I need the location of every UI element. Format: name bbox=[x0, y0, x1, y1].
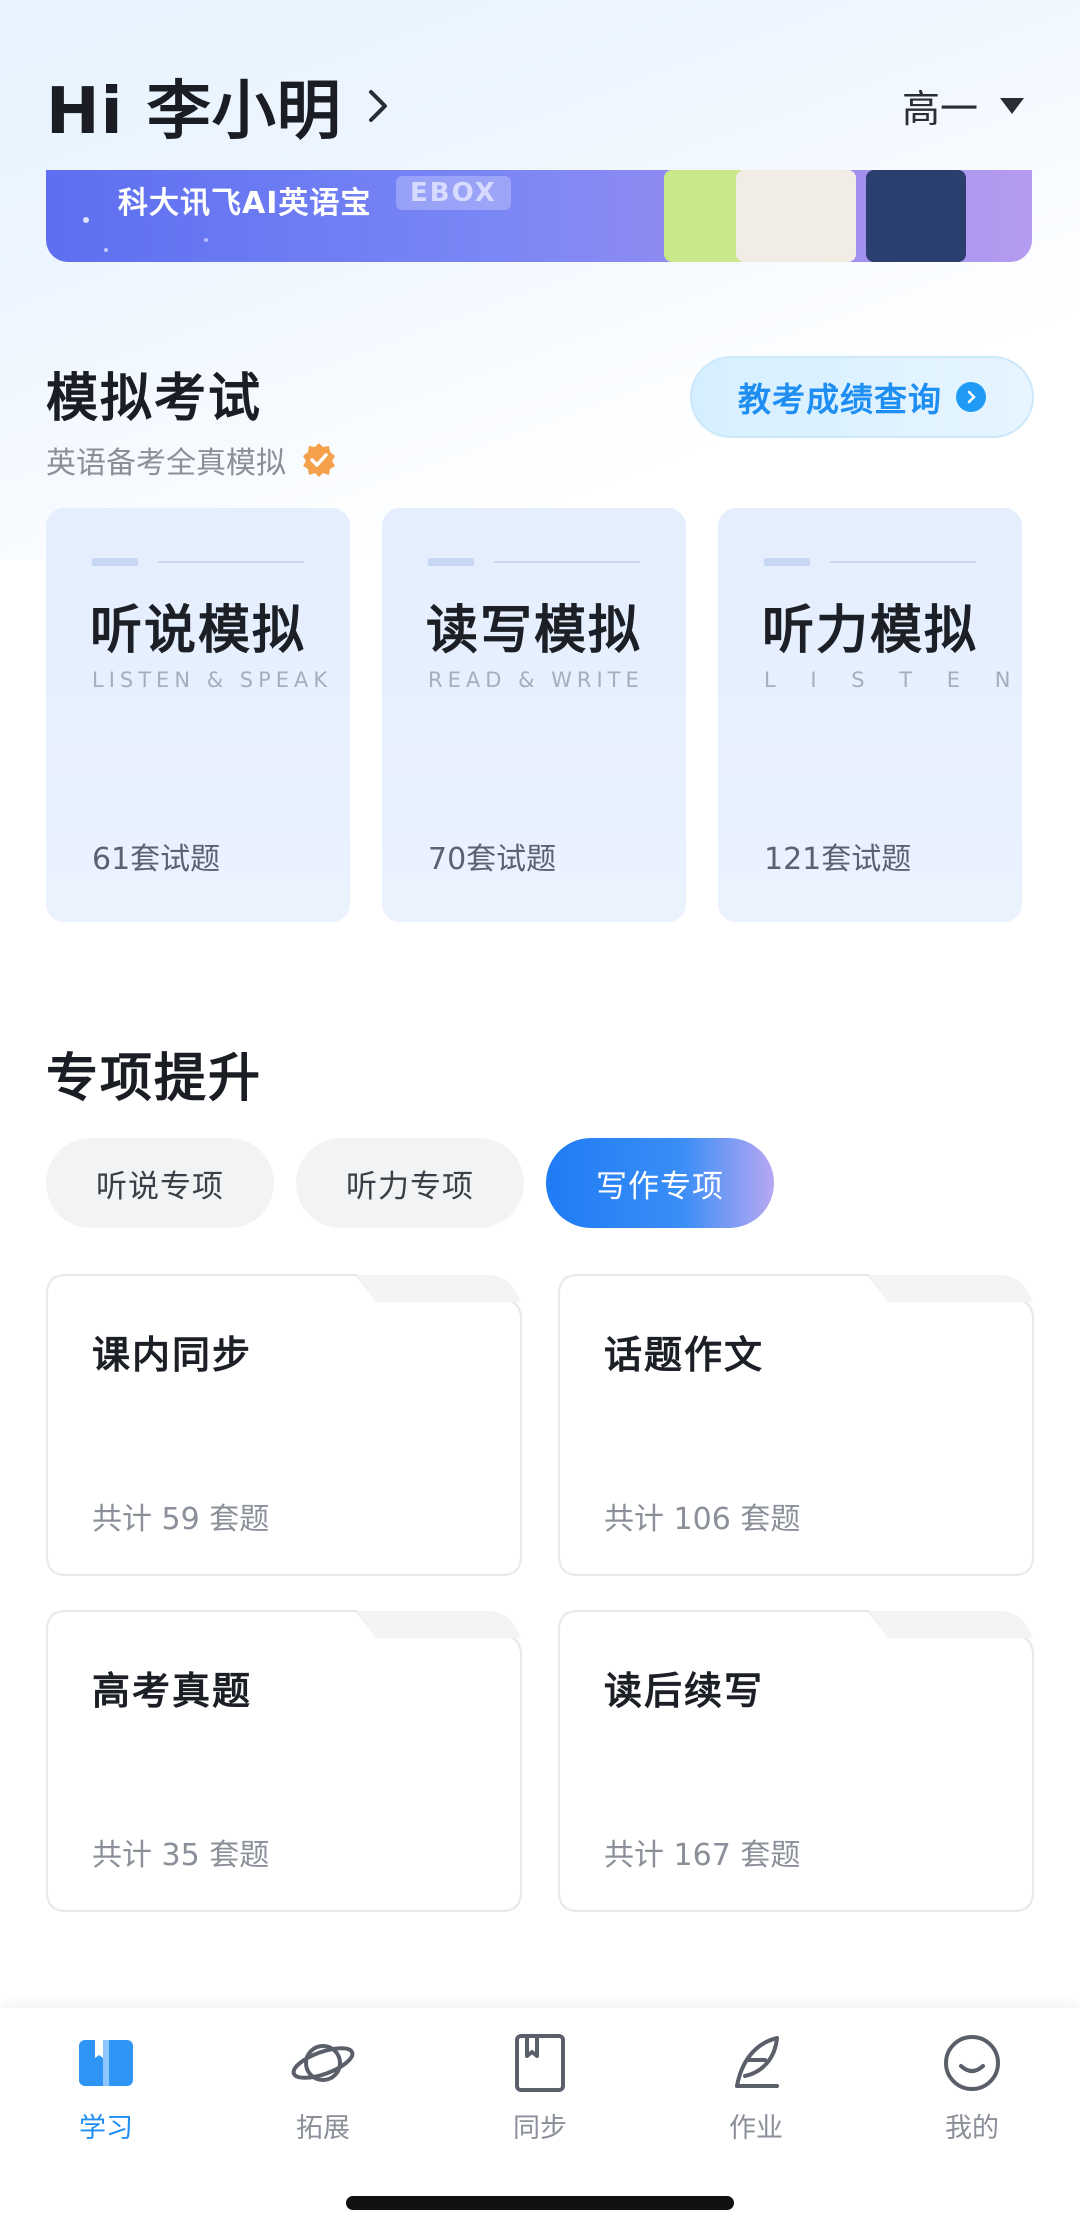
arrow-circle-icon bbox=[956, 382, 986, 412]
mock-exam-title: 模拟考试 bbox=[46, 369, 263, 429]
greeting-text: Hi 李小明 bbox=[46, 75, 342, 149]
promo-banner[interactable]: 科大讯飞AI英语宝 EBOX bbox=[46, 170, 1032, 262]
mock-card-title: 读写模拟 bbox=[426, 600, 643, 661]
nav-item-expand[interactable]: 拓展 bbox=[253, 2030, 393, 2145]
planet-icon bbox=[291, 2044, 355, 2082]
special-card-title: 课内同步 bbox=[92, 1333, 253, 1377]
mock-exam-subtitle: 英语备考全真模拟 bbox=[46, 438, 338, 482]
nav-label: 作业 bbox=[729, 2113, 783, 2144]
card-decoration-line bbox=[494, 561, 640, 563]
score-query-button[interactable]: 教考成绩查询 bbox=[690, 356, 1034, 438]
nav-item-sync[interactable]: 同步 bbox=[470, 2030, 610, 2145]
nav-label: 学习 bbox=[79, 2113, 133, 2144]
nav-label: 我的 bbox=[945, 2113, 999, 2144]
card-decoration-line bbox=[158, 561, 304, 563]
card-decoration bbox=[764, 558, 810, 566]
mock-exam-subtitle-text: 英语备考全真模拟 bbox=[46, 446, 286, 481]
grade-label: 高一 bbox=[901, 87, 978, 131]
mock-card-english: READ & WRITE bbox=[428, 668, 644, 692]
feather-pen-icon bbox=[735, 2036, 779, 2088]
mock-card-count: 61套试题 bbox=[92, 842, 221, 877]
verified-badge-icon bbox=[303, 443, 335, 477]
device-image-blue bbox=[866, 170, 966, 262]
special-card-continuation[interactable]: 读后续写 共计 167 套题 bbox=[558, 1610, 1034, 1912]
nav-label: 同步 bbox=[513, 2113, 567, 2144]
special-card-count: 共计 35 套题 bbox=[92, 1838, 270, 1873]
user-greeting[interactable]: Hi 李小明 bbox=[46, 60, 396, 152]
special-card-title: 话题作文 bbox=[604, 1333, 765, 1377]
score-query-label: 教考成绩查询 bbox=[738, 380, 942, 419]
special-card-sync[interactable]: 课内同步 共计 59 套题 bbox=[46, 1274, 522, 1576]
special-card-count: 共计 167 套题 bbox=[604, 1838, 801, 1873]
chevron-right-icon bbox=[368, 90, 387, 122]
smile-face-icon bbox=[944, 2035, 1000, 2091]
card-decoration bbox=[428, 558, 474, 566]
nav-label: 拓展 bbox=[296, 2113, 350, 2144]
card-decoration bbox=[92, 558, 138, 566]
grade-selector[interactable]: 高一 bbox=[902, 78, 1024, 133]
mock-card-listen[interactable]: 听力模拟 L I S T E N 121套试题 bbox=[718, 508, 1022, 922]
banner-text: 科大讯飞AI英语宝 bbox=[118, 186, 372, 221]
nav-item-homework[interactable]: 作业 bbox=[686, 2030, 826, 2145]
mock-card-count: 121套试题 bbox=[764, 842, 912, 877]
special-card-title: 高考真题 bbox=[92, 1669, 253, 1713]
tab-listen-speak[interactable]: 听说专项 bbox=[46, 1138, 274, 1228]
notebook-icon bbox=[515, 2034, 565, 2092]
special-title: 专项提升 bbox=[46, 1049, 263, 1109]
banner-tag: EBOX bbox=[396, 176, 511, 210]
mock-card-count: 70套试题 bbox=[428, 842, 557, 877]
dropdown-arrow-icon bbox=[1000, 97, 1024, 114]
mock-card-title: 听力模拟 bbox=[762, 600, 979, 661]
nav-item-study[interactable]: 学习 bbox=[36, 2030, 176, 2145]
nav-item-mine[interactable]: 我的 bbox=[902, 2030, 1042, 2145]
special-card-topic[interactable]: 话题作文 共计 106 套题 bbox=[558, 1274, 1034, 1576]
tab-writing[interactable]: 写作专项 bbox=[546, 1138, 774, 1228]
home-indicator bbox=[346, 2196, 734, 2210]
mock-card-listen-speak[interactable]: 听说模拟 LISTEN & SPEAK 61套试题 bbox=[46, 508, 350, 922]
device-image-white bbox=[736, 170, 856, 262]
special-card-count: 共计 106 套题 bbox=[604, 1502, 801, 1537]
mock-card-title: 听说模拟 bbox=[90, 600, 307, 661]
special-card-count: 共计 59 套题 bbox=[92, 1502, 270, 1537]
special-card-title: 读后续写 bbox=[604, 1669, 765, 1713]
tab-listening[interactable]: 听力专项 bbox=[296, 1138, 524, 1228]
card-decoration-line bbox=[830, 561, 976, 563]
mock-card-english: LISTEN & SPEAK bbox=[92, 668, 333, 692]
special-card-gaokao[interactable]: 高考真题 共计 35 套题 bbox=[46, 1610, 522, 1912]
mock-card-read-write[interactable]: 读写模拟 READ & WRITE 70套试题 bbox=[382, 508, 686, 922]
book-open-icon bbox=[79, 2040, 133, 2086]
mock-card-english: L I S T E N bbox=[764, 668, 1025, 692]
